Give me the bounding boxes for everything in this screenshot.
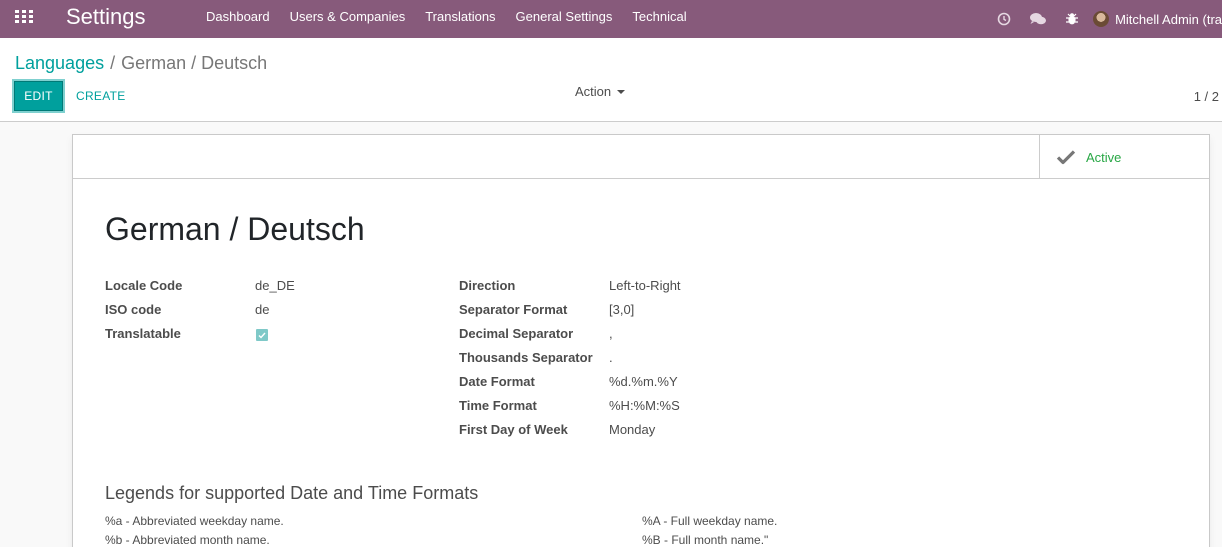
menu-item-dashboard[interactable]: Dashboard	[206, 9, 270, 24]
avatar	[1093, 11, 1110, 27]
field-label: Translatable	[105, 326, 181, 341]
apps-grid-icon[interactable]	[15, 10, 33, 23]
breadcrumb-current: German / Deutsch	[121, 53, 268, 73]
breadcrumb-languages[interactable]: Languages	[15, 53, 104, 73]
pager[interactable]: 1 / 2	[1194, 89, 1219, 104]
field-label: ISO code	[105, 302, 162, 317]
top-navbar: Settings Dashboard Users & Companies Tra…	[0, 0, 1222, 38]
field-label: Decimal Separator	[459, 326, 574, 341]
action-label: Action	[575, 84, 612, 99]
menu-item-translations[interactable]: Translations	[425, 9, 495, 24]
field-value: de	[255, 302, 270, 317]
field-label: Separator Format	[459, 302, 568, 317]
legend-title: Legends for supported Date and Time Form…	[105, 483, 479, 503]
legend-item: %b - Abbreviated month name.	[105, 533, 270, 547]
left-field-group: Locale Code de_DE ISO code de Translatab…	[105, 278, 295, 350]
active-toggle-button[interactable]: Active	[1039, 135, 1181, 179]
checkmark-icon	[258, 332, 266, 339]
field-first-day-of-week: First Day of Week Monday	[459, 422, 681, 446]
main-menu: Dashboard Users & Companies Translations…	[206, 9, 687, 24]
menu-item-technical[interactable]: Technical	[632, 9, 686, 24]
chat-icon[interactable]	[1021, 12, 1055, 26]
field-value: [3,0]	[609, 302, 635, 317]
field-locale-code: Locale Code de_DE	[105, 278, 295, 302]
field-iso-code: ISO code de	[105, 302, 295, 326]
field-label: Direction	[459, 278, 516, 293]
active-label: Active	[1086, 149, 1122, 165]
translatable-checkbox	[256, 329, 268, 341]
field-value: %H:%M:%S	[609, 398, 680, 413]
bug-icon[interactable]	[1055, 12, 1089, 26]
systray: Mitchell Admin (tra	[987, 0, 1222, 38]
field-label: Date Format	[459, 374, 535, 389]
field-time-format: Time Format %H:%M:%S	[459, 398, 681, 422]
legend-right-column: %A - Full weekday name. %B - Full month …	[642, 514, 777, 547]
field-label: Thousands Separator	[459, 350, 593, 365]
legend-item: %A - Full weekday name.	[642, 514, 778, 528]
check-icon	[1056, 150, 1076, 165]
field-separator-format: Separator Format [3,0]	[459, 302, 681, 326]
user-name: Mitchell Admin (tra	[1115, 11, 1222, 27]
field-value: Monday	[609, 422, 656, 437]
record-title: German / Deutsch	[105, 211, 365, 247]
sheet-button-box: Active	[73, 135, 1209, 179]
right-field-group: Direction Left-to-Right Separator Format…	[459, 278, 681, 446]
field-thousands-separator: Thousands Separator .	[459, 350, 681, 374]
field-label: Locale Code	[105, 278, 183, 293]
create-button[interactable]: CREATE	[70, 81, 132, 111]
field-date-format: Date Format %d.%m.%Y	[459, 374, 681, 398]
menu-item-general-settings[interactable]: General Settings	[516, 9, 613, 24]
field-value: .	[609, 350, 613, 365]
legend-left-column: %a - Abbreviated weekday name. %b - Abbr…	[105, 514, 284, 547]
menu-item-users-companies[interactable]: Users & Companies	[290, 9, 406, 24]
breadcrumb: Languages / German / Deutsch	[15, 52, 267, 74]
field-translatable: Translatable	[105, 326, 295, 350]
field-value: Left-to-Right	[609, 278, 681, 293]
legend-item: %B - Full month name."	[642, 533, 769, 547]
breadcrumb-separator: /	[110, 53, 116, 73]
control-panel: Languages / German / Deutsch EDIT CREATE A…	[0, 38, 1222, 122]
field-label: Time Format	[459, 398, 537, 413]
field-label: First Day of Week	[459, 422, 568, 437]
field-value: ,	[609, 326, 613, 341]
legend-item: %a - Abbreviated weekday name.	[105, 514, 284, 528]
field-value: de_DE	[255, 278, 295, 293]
field-direction: Direction Left-to-Right	[459, 278, 681, 302]
field-value: %d.%m.%Y	[609, 374, 678, 389]
user-menu[interactable]: Mitchell Admin (tra	[1093, 11, 1222, 27]
clock-icon[interactable]	[987, 12, 1021, 26]
edit-button[interactable]: EDIT	[12, 79, 65, 113]
caret-down-icon	[617, 89, 626, 94]
action-dropdown[interactable]: Action	[575, 84, 626, 99]
field-decimal-separator: Decimal Separator ,	[459, 326, 681, 350]
form-sheet: Active German / Deutsch Locale Code de_D…	[72, 134, 1210, 547]
app-title: Settings	[66, 4, 146, 29]
